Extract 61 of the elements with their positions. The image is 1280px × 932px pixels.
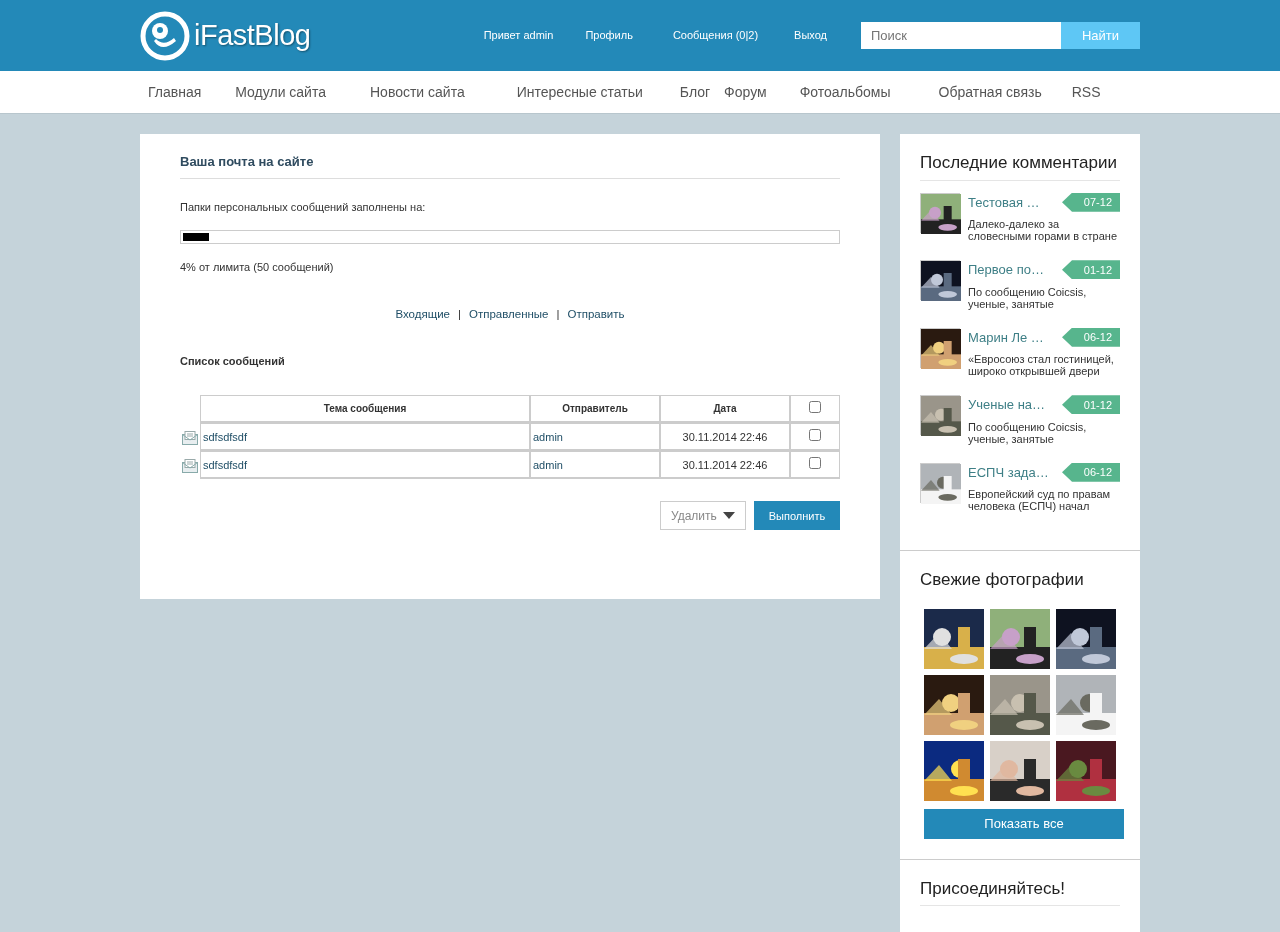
- sender-link[interactable]: admin: [533, 458, 563, 471]
- action-select[interactable]: Удалить: [660, 501, 746, 531]
- date-badge: 06-12: [1062, 462, 1120, 482]
- list-title: Список сообщений: [180, 353, 286, 369]
- quota-label: Папки персональных сообщений заполнены на:: [180, 199, 427, 215]
- folder-link[interactable]: Отправить: [567, 305, 625, 323]
- logo-text[interactable]: iFastBlog: [194, 13, 311, 58]
- caret-icon: [723, 512, 735, 520]
- column-header: Дата: [660, 395, 790, 424]
- logo-icon: [140, 10, 190, 61]
- folder-link[interactable]: Отправленные: [468, 305, 549, 323]
- date-badge: 06-12: [1062, 327, 1120, 347]
- widget-title: Свежие фотографии: [920, 569, 1085, 591]
- comment-title[interactable]: Марин Ле …: [968, 327, 1044, 347]
- checkbox[interactable]: [809, 456, 821, 469]
- widget-title: Присоединяйтесь!: [920, 875, 1120, 906]
- comment-text: По сообщению Coicsis, ученые, занятые: [968, 420, 1088, 445]
- date-text: 30.11.2014 22:46: [682, 430, 768, 443]
- nav-link[interactable]: Главная: [148, 81, 202, 103]
- letter-icon: [182, 459, 198, 474]
- nav-link[interactable]: Модули сайта: [235, 81, 326, 103]
- comment-text: Европейский суд по правам человека (ЕСПЧ) начал: [968, 488, 1112, 512]
- comment-title[interactable]: Ученые на…: [968, 395, 1046, 415]
- column-header: Отправитель: [530, 395, 660, 424]
- column-header: Тема сообщения: [200, 395, 530, 424]
- comment-text: «Евросоюз стал гостиницей, широко открывшей двери: [968, 353, 1115, 377]
- header-link[interactable]: Профиль: [585, 27, 633, 44]
- message-subject[interactable]: sdfsdfsdf: [203, 458, 248, 471]
- nav-link[interactable]: Блог: [679, 81, 711, 103]
- nav-link[interactable]: Интересные статьи: [516, 81, 643, 103]
- widget-title: Последние комментарии: [920, 150, 1120, 181]
- letter-icon: [182, 431, 198, 446]
- date-badge: 01-12: [1062, 395, 1120, 415]
- date-badge: 07-12: [1062, 192, 1120, 212]
- sender-link[interactable]: admin: [533, 430, 563, 443]
- date-badge: 01-12: [1062, 260, 1120, 280]
- checkbox[interactable]: [809, 428, 821, 441]
- show-all-button[interactable]: Показать все: [924, 808, 1124, 839]
- comment-title[interactable]: Тестовая …: [968, 192, 1040, 212]
- nav-link[interactable]: Фотоальбомы: [799, 81, 891, 103]
- comment-text: По сообщению Coicsis, ученые, занятые: [968, 285, 1088, 310]
- header-link[interactable]: Привет admin: [483, 27, 554, 44]
- search-field[interactable]: Поиск: [861, 22, 1061, 49]
- separator-text: |: [556, 306, 560, 322]
- checkbox[interactable]: [809, 400, 821, 413]
- separator-text: |: [457, 306, 461, 322]
- comment-title[interactable]: Первое по…: [968, 260, 1044, 280]
- execute-button[interactable]: Выполнить: [754, 501, 840, 531]
- date-text: 30.11.2014 22:46: [682, 458, 768, 471]
- quota-text: 4% от лимита (50 сообщений): [180, 260, 335, 275]
- nav-link[interactable]: Форум: [724, 81, 767, 103]
- comment-text: Далеко-далеко за словесными горами в стране: [968, 218, 1118, 242]
- header-link[interactable]: Выход: [794, 27, 827, 44]
- nav-link[interactable]: Новости сайта: [370, 81, 465, 103]
- message-subject[interactable]: sdfsdfsdf: [203, 430, 248, 443]
- header-link[interactable]: Сообщения (0|2): [672, 27, 759, 44]
- folder-link[interactable]: Входящие: [395, 305, 450, 323]
- comment-title[interactable]: ЕСПЧ зада…: [968, 462, 1049, 482]
- nav-link[interactable]: RSS: [1071, 81, 1101, 103]
- nav-link[interactable]: Обратная связь: [938, 81, 1042, 103]
- section-title: Ваша почта на сайте: [180, 152, 840, 179]
